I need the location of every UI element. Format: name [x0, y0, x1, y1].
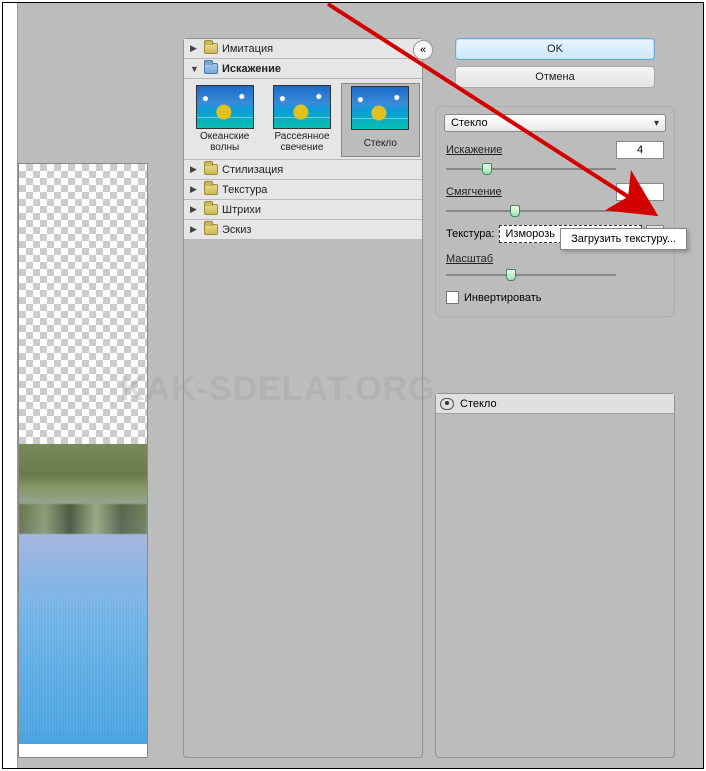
- slider-track: [446, 274, 616, 276]
- param-distortion: Искажение 4: [446, 141, 664, 159]
- slider-track: [446, 168, 616, 170]
- thumbnail-image: [273, 85, 331, 129]
- cancel-label: Отмена: [535, 71, 574, 83]
- collapse-button[interactable]: «: [413, 40, 433, 60]
- param-label: Масштаб: [446, 253, 541, 265]
- category-imitation[interactable]: ▶ Имитация: [184, 39, 422, 59]
- category-label: Текстура: [222, 184, 267, 196]
- filter-settings-group: Стекло Искажение 4 Смягчение 6 Текстура:: [435, 106, 675, 317]
- folder-icon: [204, 184, 218, 195]
- slider-thumb[interactable]: [506, 269, 516, 281]
- filter-gallery-window: ▶ Имитация ▼ Искажение Океанские волны Р…: [17, 3, 703, 768]
- slider-thumb[interactable]: [510, 205, 520, 217]
- preview-pane: [18, 163, 148, 758]
- scale-slider[interactable]: [446, 269, 664, 281]
- folder-open-icon: [204, 63, 218, 74]
- load-texture-popup[interactable]: Загрузить текстуру...: [560, 228, 687, 250]
- ok-label: OK: [547, 43, 563, 55]
- category-strokes[interactable]: ▶ Штрихи: [184, 200, 422, 220]
- slider-thumb[interactable]: [482, 163, 492, 175]
- thumbnail-label: Стекло: [344, 132, 417, 154]
- thumbnail-image: [351, 86, 409, 130]
- collapse-icon: «: [420, 44, 426, 56]
- filter-categories-panel: ▶ Имитация ▼ Искажение Океанские волны Р…: [183, 38, 423, 758]
- controls-panel: « OK Отмена Стекло Искажение 4 Смягч: [435, 38, 675, 317]
- category-label: Стилизация: [222, 164, 283, 176]
- category-label: Искажение: [222, 63, 281, 75]
- filter-name-value: Стекло: [451, 117, 488, 129]
- category-distortion[interactable]: ▼ Искажение: [184, 59, 422, 79]
- chevron-right-icon: ▶: [190, 43, 200, 54]
- category-label: Штрихи: [222, 204, 261, 216]
- cancel-button[interactable]: Отмена: [455, 66, 655, 88]
- chevron-right-icon: ▶: [190, 204, 200, 215]
- param-label: Текстура:: [446, 228, 495, 240]
- thumb-ocean-ripple[interactable]: Океанские волны: [186, 83, 263, 157]
- param-smoothness: Смягчение 6: [446, 183, 664, 201]
- distortion-slider[interactable]: [446, 163, 664, 175]
- transparency-checker: [19, 164, 147, 444]
- visibility-eye-icon[interactable]: [440, 398, 454, 410]
- popup-label: Загрузить текстуру...: [571, 233, 676, 245]
- param-label: Искажение: [446, 144, 541, 156]
- category-stylization[interactable]: ▶ Стилизация: [184, 160, 422, 180]
- checkbox-icon[interactable]: [446, 291, 459, 304]
- effect-layer-label: Стекло: [460, 398, 497, 410]
- chevron-down-icon: ▼: [190, 64, 200, 74]
- folder-icon: [204, 204, 218, 215]
- category-texture[interactable]: ▶ Текстура: [184, 180, 422, 200]
- app-frame: ▶ Имитация ▼ Искажение Океанские волны Р…: [2, 2, 704, 769]
- ok-button[interactable]: OK: [455, 38, 655, 60]
- param-scale: Масштаб: [446, 253, 664, 265]
- param-label: Смягчение: [446, 186, 541, 198]
- distortion-input[interactable]: 4: [616, 141, 664, 159]
- category-sketch[interactable]: ▶ Эскиз: [184, 220, 422, 240]
- thumbnail-label: Рассеянное свечение: [265, 131, 338, 153]
- folder-icon: [204, 164, 218, 175]
- thumbnail-label: Океанские волны: [188, 131, 261, 153]
- smoothness-slider[interactable]: [446, 205, 664, 217]
- chevron-right-icon: ▶: [190, 184, 200, 195]
- thumbnail-image: [196, 85, 254, 129]
- folder-icon: [204, 224, 218, 235]
- invert-checkbox-row[interactable]: Инвертировать: [446, 291, 664, 304]
- category-label: Имитация: [222, 43, 273, 55]
- category-label: Эскиз: [222, 224, 251, 236]
- slider-track: [446, 210, 616, 212]
- chevron-right-icon: ▶: [190, 224, 200, 235]
- effect-layers-panel: Стекло: [435, 393, 675, 758]
- filter-thumbnails: Океанские волны Рассеянное свечение Стек…: [184, 79, 422, 160]
- preview-image: [19, 444, 147, 744]
- invert-label: Инвертировать: [464, 292, 541, 304]
- thumb-glass[interactable]: Стекло: [341, 83, 420, 157]
- texture-value: Изморозь: [506, 228, 556, 240]
- smoothness-input[interactable]: 6: [616, 183, 664, 201]
- effect-layer-row[interactable]: Стекло: [436, 394, 674, 414]
- filter-name-dropdown[interactable]: Стекло: [444, 114, 666, 132]
- folder-icon: [204, 43, 218, 54]
- chevron-right-icon: ▶: [190, 164, 200, 175]
- thumb-diffuse-glow[interactable]: Рассеянное свечение: [263, 83, 340, 157]
